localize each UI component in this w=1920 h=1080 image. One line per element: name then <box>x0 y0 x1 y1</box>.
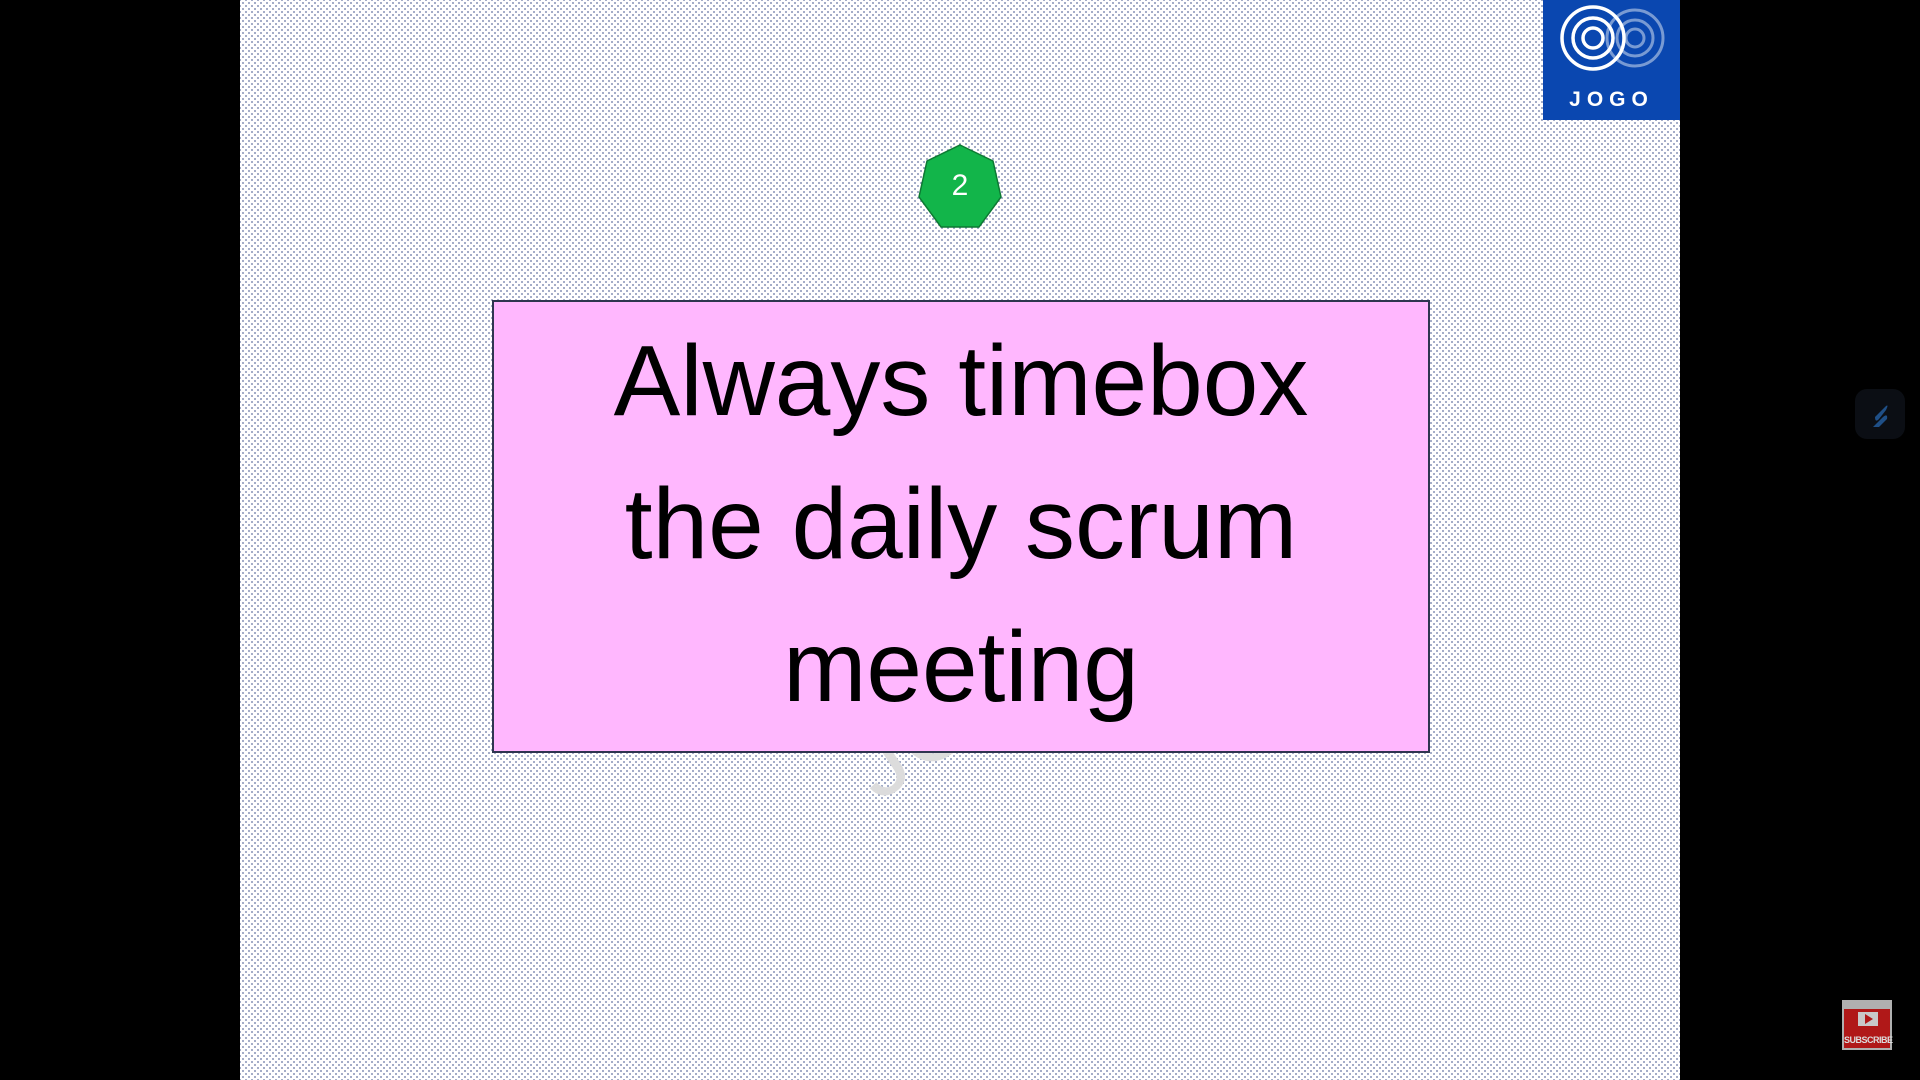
play-icon <box>1858 1012 1878 1026</box>
target-rings-icon <box>1560 5 1665 71</box>
subscribe-button[interactable]: SUBSCRIBE <box>1842 1000 1893 1050</box>
message-line: meeting <box>783 611 1139 723</box>
subscribe-label: SUBSCRIBE <box>1844 1035 1893 1045</box>
presentation-slide: JOGO Training JOGO 2 Always timebox the … <box>240 0 1680 1080</box>
jogo-logo: JOGO <box>1543 0 1680 120</box>
step-badge: 2 <box>911 137 1009 235</box>
message-line: Always timebox <box>613 325 1309 437</box>
step-number: 2 <box>951 169 969 202</box>
main-message-box: Always timebox the daily scrum meeting <box>492 300 1430 753</box>
message-line: the daily scrum <box>624 468 1298 580</box>
s-logo-icon <box>1873 405 1888 427</box>
main-message: Always timebox the daily scrum meeting <box>614 310 1309 739</box>
logo-text: JOGO <box>1569 88 1654 111</box>
side-app-button[interactable] <box>1855 389 1905 439</box>
